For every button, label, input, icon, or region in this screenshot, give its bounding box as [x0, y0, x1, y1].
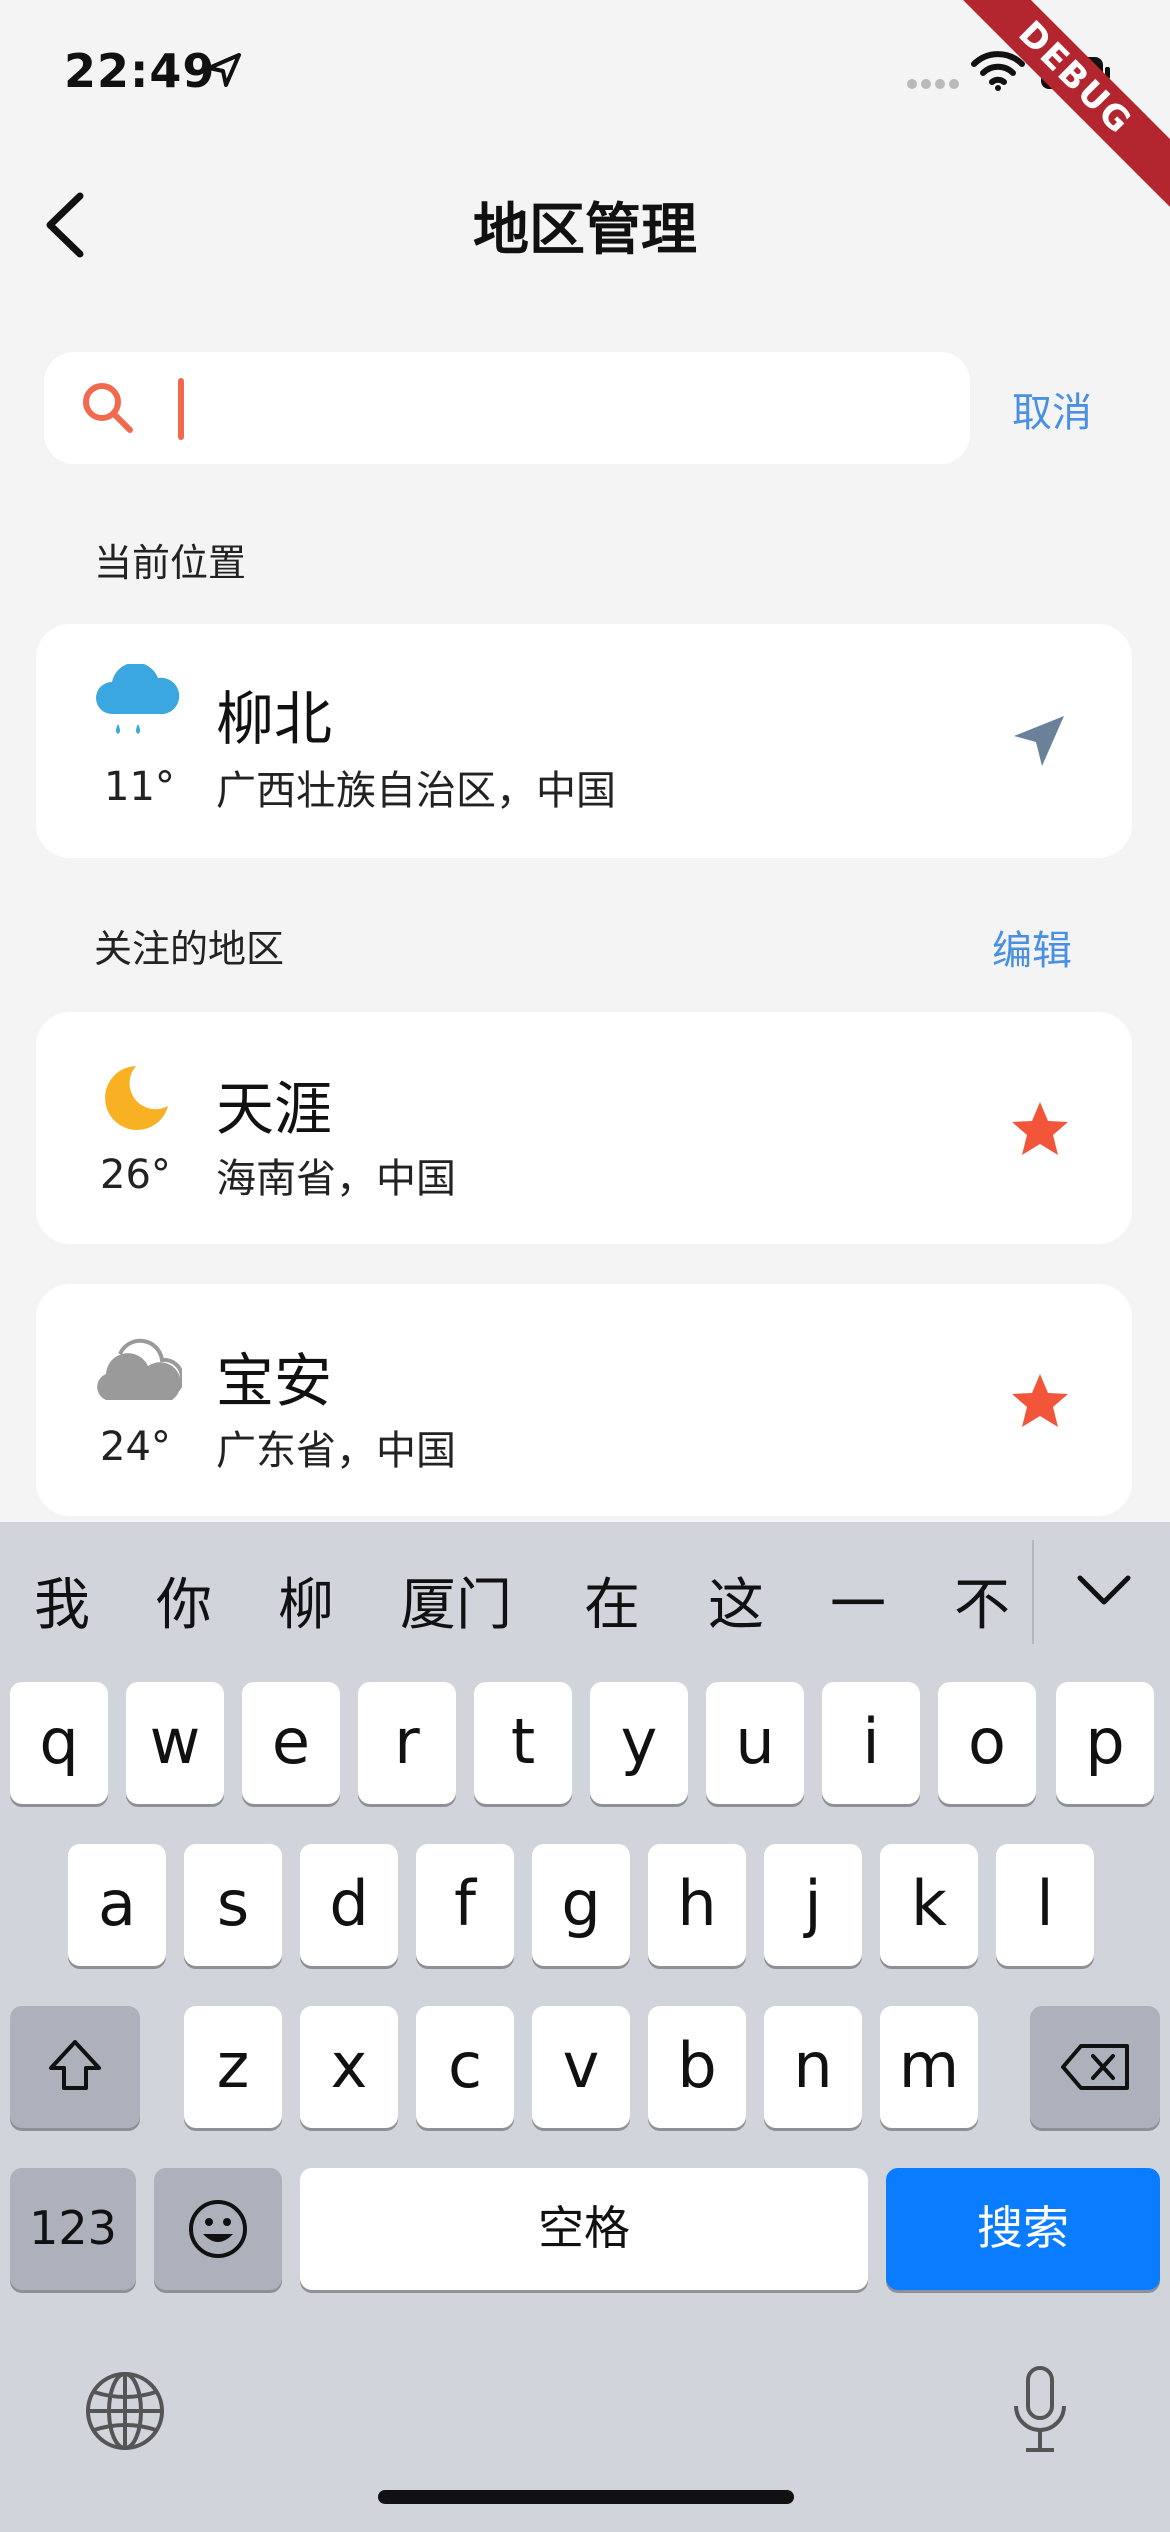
followed-region-card[interactable] — [36, 1012, 1132, 1244]
candidate-word[interactable]: 不 — [954, 1560, 1010, 1641]
key-r[interactable]: r — [358, 1682, 456, 1804]
key-p[interactable]: p — [1056, 1682, 1154, 1804]
key-z[interactable]: z — [184, 2006, 282, 2128]
key-s[interactable]: s — [184, 1844, 282, 1966]
region-province: 广东省，中国 — [216, 1428, 456, 1474]
shift-key[interactable] — [10, 2006, 140, 2128]
current-location-label: 当前位置 — [94, 541, 247, 585]
key-u[interactable]: u — [706, 1682, 804, 1804]
key-a[interactable]: a — [68, 1844, 166, 1966]
cloud-icon — [97, 1338, 182, 1400]
emoji-key[interactable] — [154, 2168, 282, 2290]
numbers-key[interactable]: 123 — [10, 2168, 136, 2290]
home-indicator — [378, 2490, 794, 2504]
candidate-word[interactable]: 厦门 — [400, 1560, 512, 1641]
candidate-divider — [1032, 1540, 1034, 1644]
key-g[interactable]: g — [532, 1844, 630, 1966]
rain-cloud-icon — [96, 664, 180, 734]
region-province: 海南省，中国 — [216, 1156, 456, 1202]
navigation-arrow-icon[interactable] — [1010, 712, 1068, 770]
region-temperature: 26° — [100, 1152, 171, 1198]
cellular-signal-icon — [907, 79, 959, 89]
key-m[interactable]: m — [880, 2006, 978, 2128]
cancel-button[interactable]: 取消 — [1012, 380, 1092, 438]
star-icon[interactable] — [1010, 1100, 1070, 1158]
shift-arrow-icon — [49, 2040, 101, 2090]
key-q[interactable]: q — [10, 1682, 108, 1804]
key-f[interactable]: f — [416, 1844, 514, 1966]
key-b[interactable]: b — [648, 2006, 746, 2128]
key-c[interactable]: c — [416, 2006, 514, 2128]
key-n[interactable]: n — [764, 2006, 862, 2128]
key-x[interactable]: x — [300, 2006, 398, 2128]
key-v[interactable]: v — [532, 2006, 630, 2128]
current-region: 广西壮族自治区，中国 — [216, 768, 616, 814]
key-y[interactable]: y — [590, 1682, 688, 1804]
key-l[interactable]: l — [996, 1844, 1094, 1966]
search-icon — [83, 383, 133, 433]
search-key[interactable]: 搜索 — [886, 2168, 1160, 2290]
current-temperature: 11° — [104, 764, 175, 810]
followed-regions-label: 关注的地区 — [94, 927, 285, 971]
region-temperature: 24° — [100, 1424, 171, 1470]
page-title: 地区管理 — [473, 198, 697, 263]
key-w[interactable]: w — [126, 1682, 224, 1804]
backspace-key[interactable] — [1030, 2006, 1160, 2128]
key-h[interactable]: h — [648, 1844, 746, 1966]
globe-icon[interactable] — [84, 2370, 166, 2452]
candidate-word[interactable]: 柳 — [278, 1560, 334, 1641]
microphone-icon[interactable] — [1008, 2364, 1072, 2456]
debug-banner: DEBUG — [941, 0, 1170, 212]
chevron-down-icon[interactable] — [1076, 1574, 1132, 1608]
key-j[interactable]: j — [764, 1844, 862, 1966]
candidate-word[interactable]: 一 — [830, 1560, 886, 1641]
star-icon[interactable] — [1010, 1372, 1070, 1430]
status-time: 22:49 — [64, 44, 216, 98]
emoji-icon — [189, 2200, 247, 2258]
region-city: 天涯 — [216, 1075, 333, 1143]
crescent-moon-icon — [105, 1066, 168, 1130]
edit-button[interactable]: 编辑 — [992, 918, 1072, 976]
space-key[interactable]: 空格 — [300, 2168, 868, 2290]
key-k[interactable]: k — [880, 1844, 978, 1966]
current-location-card[interactable] — [36, 624, 1132, 858]
wifi-icon — [971, 51, 1025, 91]
candidate-word[interactable]: 在 — [584, 1560, 640, 1641]
backspace-icon — [1061, 2044, 1129, 2090]
followed-region-card[interactable] — [36, 1284, 1132, 1516]
key-o[interactable]: o — [938, 1682, 1036, 1804]
key-d[interactable]: d — [300, 1844, 398, 1966]
candidate-word[interactable]: 你 — [156, 1560, 212, 1641]
candidate-word[interactable]: 这 — [708, 1560, 764, 1641]
text-caret — [178, 378, 184, 440]
current-city: 柳北 — [216, 685, 333, 753]
key-e[interactable]: e — [242, 1682, 340, 1804]
key-t[interactable]: t — [474, 1682, 572, 1804]
candidate-word[interactable]: 我 — [34, 1560, 90, 1641]
key-i[interactable]: i — [822, 1682, 920, 1804]
region-city: 宝安 — [216, 1347, 333, 1415]
location-arrow-icon — [207, 53, 241, 87]
